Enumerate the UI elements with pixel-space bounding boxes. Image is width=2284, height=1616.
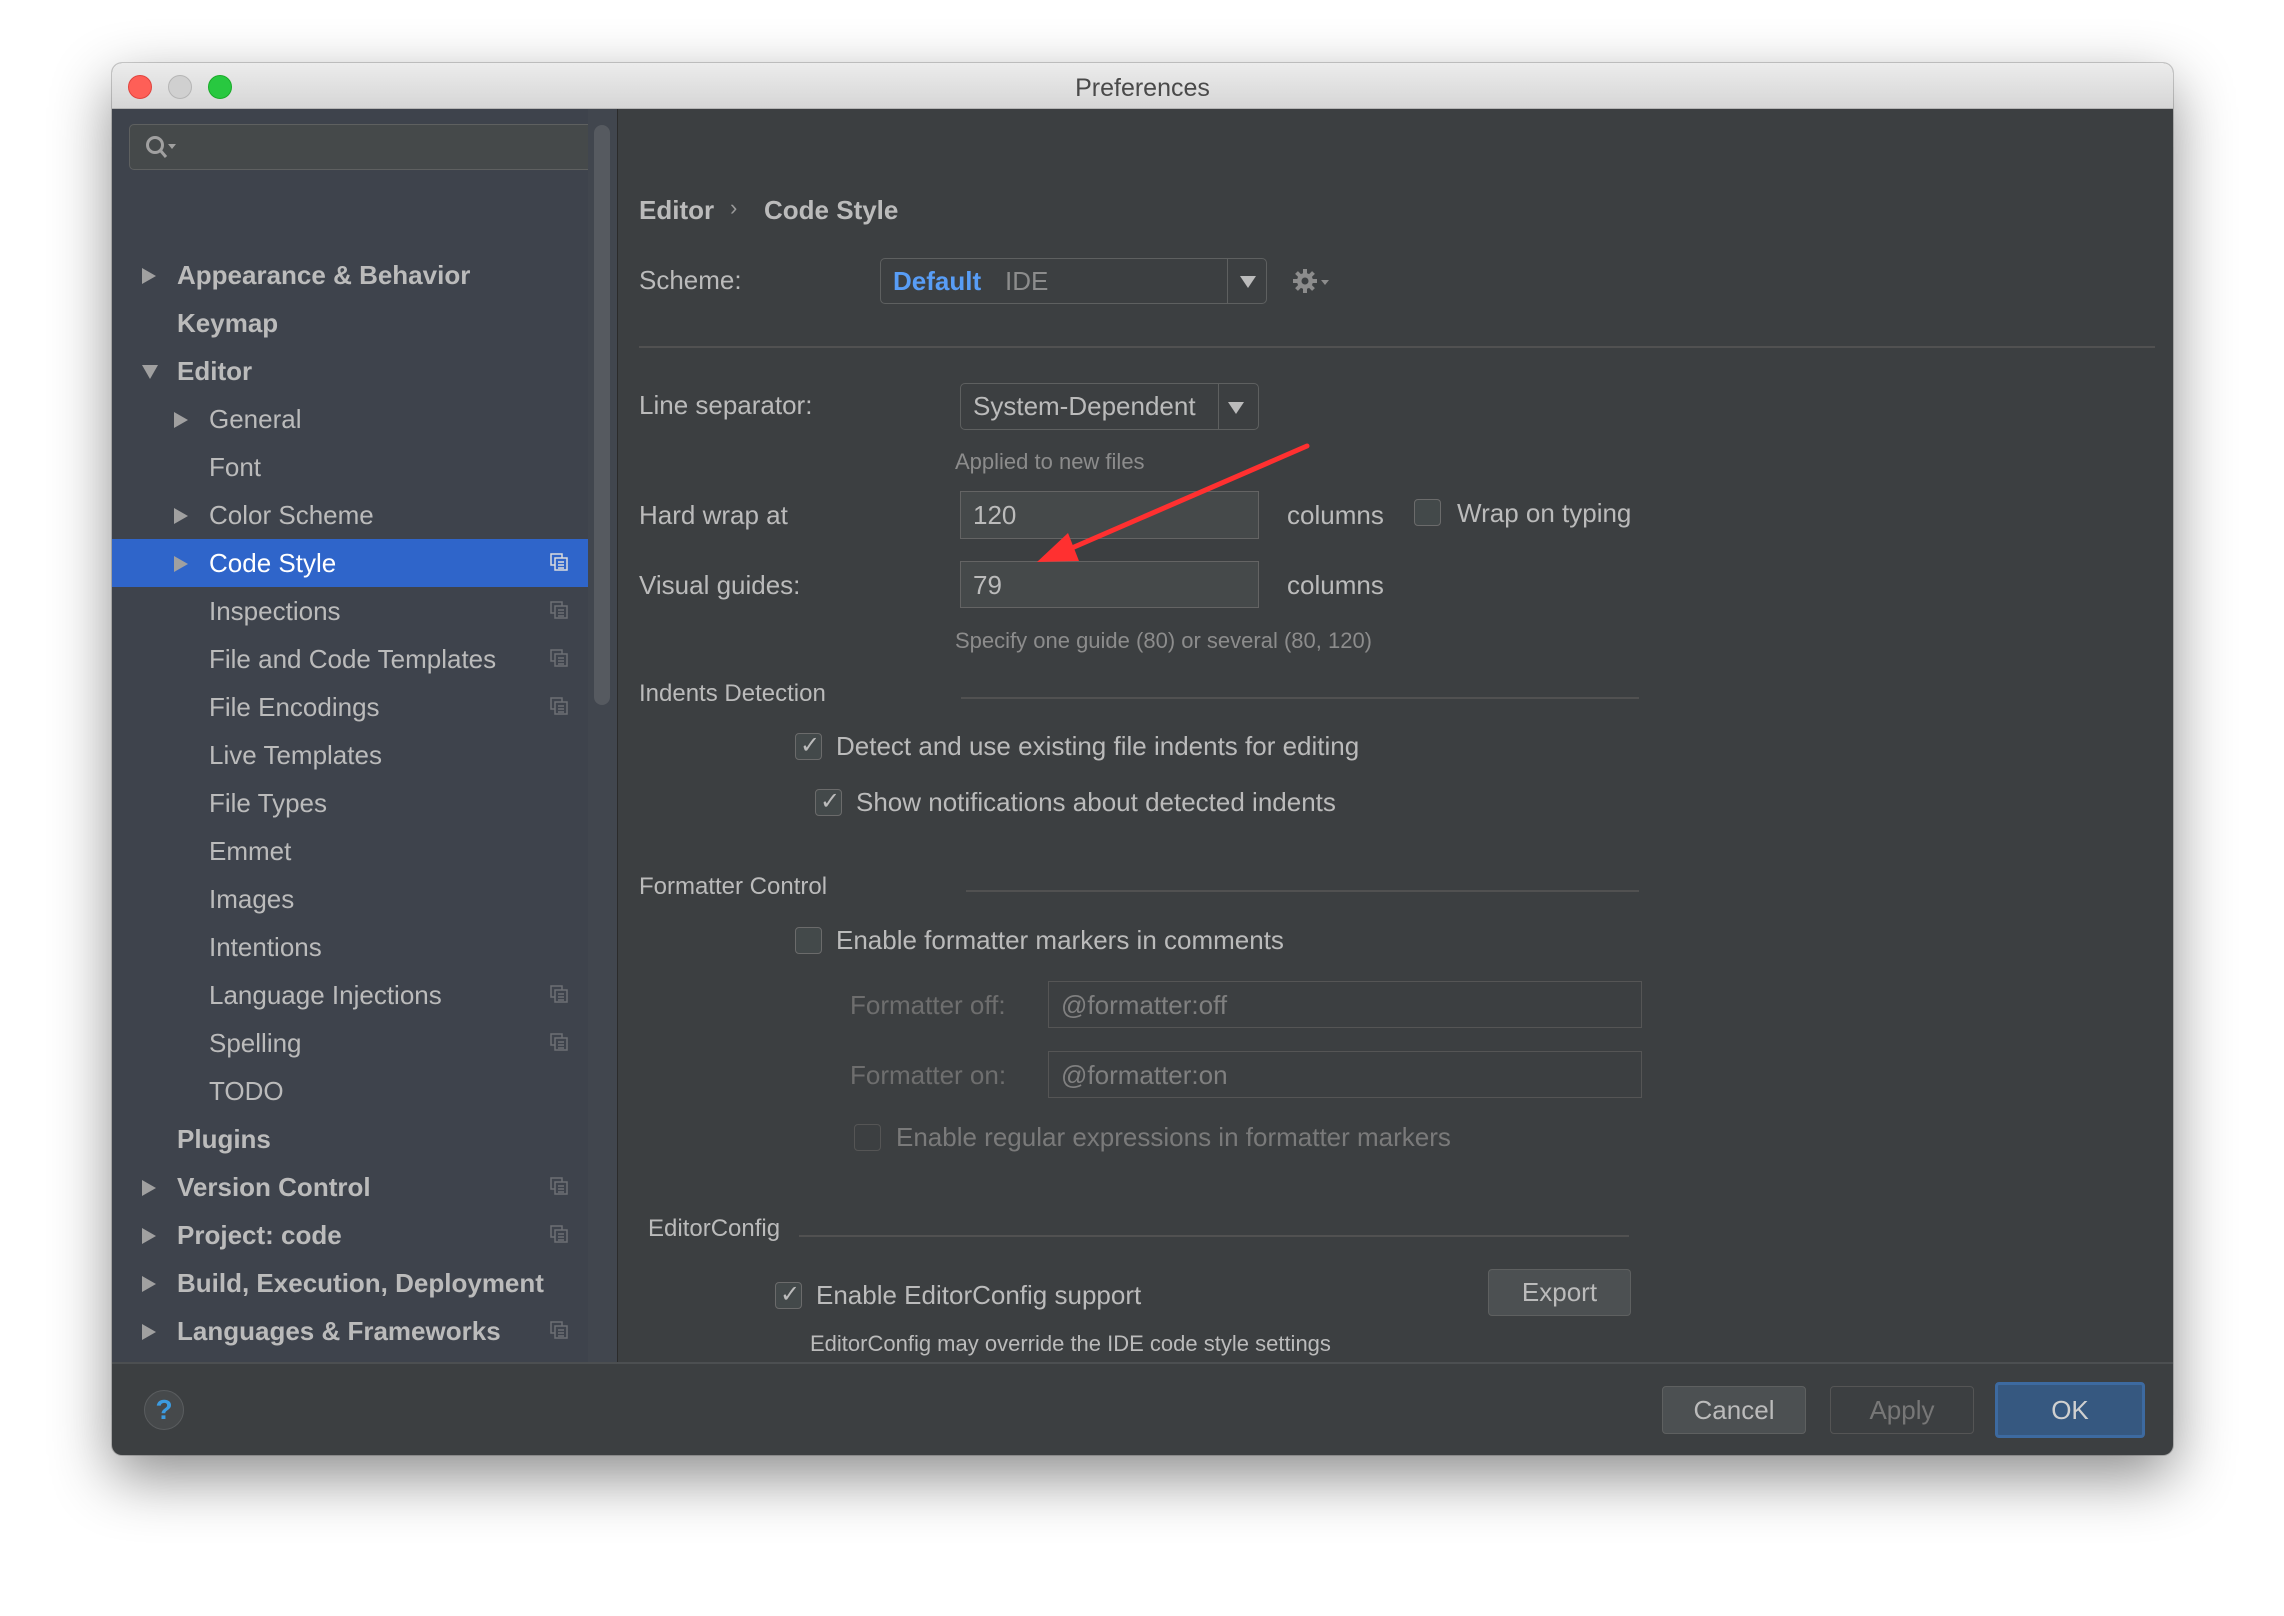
- annotation-arrow: [1037, 443, 1310, 562]
- preferences-window: Preferences Appearance & Behavior Keymap E…: [112, 63, 2173, 1455]
- search-icon: [146, 136, 176, 158]
- project-level-copy-icon: [550, 1225, 568, 1243]
- sidebar-item-plugins[interactable]: Plugins: [112, 1115, 588, 1163]
- sidebar-item-appearance-behavior[interactable]: Appearance & Behavior: [112, 251, 588, 299]
- project-level-copy-icon: [550, 1033, 568, 1051]
- sidebar-item-todo[interactable]: TODO: [112, 1067, 588, 1115]
- help-button[interactable]: ?: [144, 1390, 184, 1430]
- sidebar-item-intentions[interactable]: Intentions: [112, 923, 588, 971]
- code-style-panel: Editor › Code Style Scheme: Default IDE: [618, 109, 2173, 1362]
- sidebar-item-label: File Encodings: [209, 692, 380, 722]
- sidebar-item-label: Font: [209, 452, 262, 482]
- settings-search-input[interactable]: [129, 124, 599, 170]
- project-level-copy-icon: [550, 649, 568, 667]
- sidebar-item-label: Appearance & Behavior: [177, 260, 471, 290]
- expand-arrow-right-icon[interactable]: [142, 1180, 156, 1196]
- project-level-copy-icon: [550, 1321, 568, 1339]
- sidebar-item-label: Code Style: [209, 548, 337, 578]
- sidebar-item-languages-frameworks[interactable]: Languages & Frameworks: [112, 1307, 588, 1355]
- sidebar-item-label: Spelling: [209, 1028, 302, 1058]
- sidebar-item-label: Build, Execution, Deployment: [177, 1268, 544, 1298]
- sidebar-item-color-scheme[interactable]: Color Scheme: [112, 491, 588, 539]
- sidebar-item-label: Plugins: [177, 1124, 271, 1154]
- sidebar-item-inspections[interactable]: Inspections: [112, 587, 588, 635]
- sidebar-item-general[interactable]: General: [112, 395, 588, 443]
- sidebar-item-label: File Types: [209, 788, 328, 818]
- project-level-copy-icon: [550, 553, 568, 571]
- expand-arrow-right-icon[interactable]: [142, 1276, 156, 1292]
- sidebar-item-label: TODO: [209, 1076, 284, 1106]
- expand-arrow-right-icon[interactable]: [142, 1228, 156, 1244]
- sidebar-item-label: File and Code Templates: [209, 644, 497, 674]
- title-bar: Preferences: [112, 63, 2173, 109]
- sidebar-item-emmet[interactable]: Emmet: [112, 827, 588, 875]
- sidebar-item-language-injections[interactable]: Language Injections: [112, 971, 588, 1019]
- sidebar-item-keymap[interactable]: Keymap: [112, 299, 588, 347]
- sidebar-item-label: Color Scheme: [209, 500, 374, 530]
- sidebar-item-file-types[interactable]: File Types: [112, 779, 588, 827]
- expand-arrow-right-icon[interactable]: [142, 1324, 156, 1340]
- expand-arrow-right-icon[interactable]: [174, 508, 188, 524]
- expand-arrow-right-icon[interactable]: [142, 268, 156, 284]
- sidebar-item-editor[interactable]: Editor: [112, 347, 588, 395]
- sidebar-item-file-and-code-templates[interactable]: File and Code Templates: [112, 635, 588, 683]
- project-level-copy-icon: [550, 601, 568, 619]
- sidebar-item-label: Project: code: [177, 1220, 342, 1250]
- sidebar-item-label: Inspections: [209, 596, 341, 626]
- sidebar-item-spelling[interactable]: Spelling: [112, 1019, 588, 1067]
- window-title: Preferences: [1075, 74, 1210, 102]
- sidebar-item-file-encodings[interactable]: File Encodings: [112, 683, 588, 731]
- sidebar-item-tools[interactable]: Tools: [112, 1355, 588, 1362]
- cancel-button[interactable]: Cancel: [1662, 1386, 1806, 1434]
- sidebar-item-label: Live Templates: [209, 740, 382, 770]
- ok-button[interactable]: OK: [1995, 1382, 2145, 1438]
- sidebar-item-live-templates[interactable]: Live Templates: [112, 731, 588, 779]
- sidebar-item-label: Languages & Frameworks: [177, 1316, 501, 1346]
- sidebar-item-label: Editor: [177, 356, 253, 386]
- sidebar-scrollbar-thumb[interactable]: [594, 125, 610, 705]
- expand-arrow-down-icon[interactable]: [142, 365, 158, 379]
- expand-arrow-right-icon[interactable]: [174, 556, 188, 572]
- footer-divider: [112, 1362, 2173, 1364]
- sidebar-item-label: Language Injections: [209, 980, 442, 1010]
- sidebar-item-label: Intentions: [209, 932, 322, 962]
- sidebar-item-images[interactable]: Images: [112, 875, 588, 923]
- settings-sidebar: Appearance & Behavior Keymap Editor General…: [112, 109, 617, 1362]
- sidebar-item-label: Images: [209, 884, 295, 914]
- apply-button[interactable]: Apply: [1830, 1386, 1974, 1434]
- project-level-copy-icon: [550, 1177, 568, 1195]
- sidebar-item-code-style[interactable]: Code Style: [112, 539, 588, 587]
- sidebar-item-project-code[interactable]: Project: code: [112, 1211, 588, 1259]
- sidebar-item-label: General: [209, 404, 302, 434]
- sidebar-item-label: Version Control: [177, 1172, 371, 1202]
- sidebar-item-font[interactable]: Font: [112, 443, 588, 491]
- sidebar-item-version-control[interactable]: Version Control: [112, 1163, 588, 1211]
- project-level-copy-icon: [550, 985, 568, 1003]
- sidebar-item-label: Emmet: [209, 836, 292, 866]
- expand-arrow-right-icon[interactable]: [174, 412, 188, 428]
- project-level-copy-icon: [550, 697, 568, 715]
- sidebar-item-label: Keymap: [177, 308, 279, 338]
- sidebar-item-build-execution-deployment[interactable]: Build, Execution, Deployment: [112, 1259, 588, 1307]
